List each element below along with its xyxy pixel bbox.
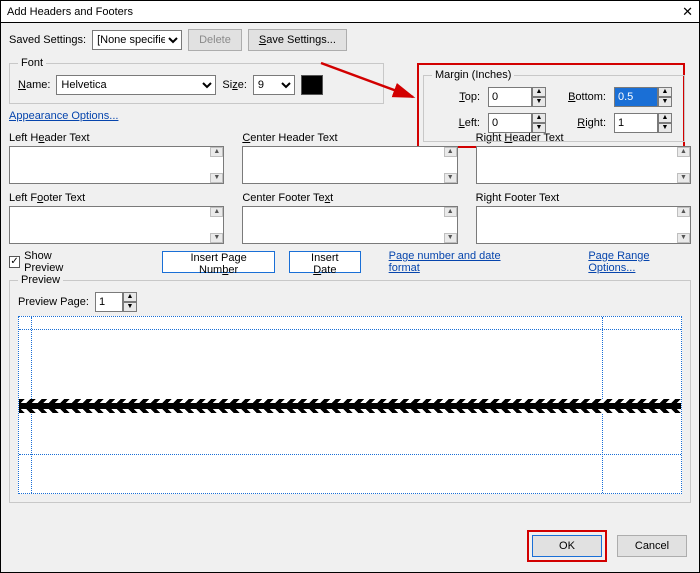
- font-name-label: Name:: [18, 79, 50, 91]
- margin-bottom-label: Bottom:: [558, 91, 606, 103]
- center-footer-cell: Center Footer Text ▲▼: [242, 192, 457, 244]
- margin-right-label: Right:: [558, 117, 606, 129]
- delete-button[interactable]: Delete: [188, 29, 242, 51]
- margin-right-input[interactable]: [614, 113, 658, 133]
- preview-canvas: [18, 316, 682, 494]
- mid-row: ✓ Show Preview Insert Page Number Insert…: [9, 250, 691, 274]
- preview-page-break-icon: [19, 401, 681, 411]
- margin-bottom-input[interactable]: [614, 87, 658, 107]
- saved-settings-row: Saved Settings: [None specified] Delete …: [9, 29, 691, 51]
- saved-settings-label: Saved Settings:: [9, 34, 86, 46]
- font-row: Name: Helvetica Size: 9: [18, 75, 375, 95]
- right-header-textarea[interactable]: ▲▼: [476, 146, 691, 184]
- left-header-label: Left Header Text: [9, 132, 224, 144]
- show-preview-checkbox[interactable]: ✓ Show Preview: [9, 250, 88, 274]
- header-footer-grid: Left Header Text ▲▼ Center Header Text ▲…: [9, 132, 691, 244]
- margin-left-spinner[interactable]: ▲▼: [488, 113, 550, 133]
- margin-fieldset: Margin (Inches) Top: ▲▼ Bottom: ▲▼ Left:: [423, 69, 685, 142]
- font-size-select[interactable]: 9: [253, 75, 295, 95]
- font-size-label: Size:: [222, 79, 246, 91]
- cancel-button[interactable]: Cancel: [617, 535, 687, 557]
- font-fieldset: Font Name: Helvetica Size: 9: [9, 57, 384, 104]
- ok-highlight-box: OK: [527, 530, 607, 562]
- margin-legend: Margin (Inches): [432, 69, 514, 81]
- appearance-options-link[interactable]: Appearance Options...: [9, 110, 118, 122]
- margin-highlight-box: Margin (Inches) Top: ▲▼ Bottom: ▲▼ Left:: [417, 63, 685, 148]
- titlebar: Add Headers and Footers ✕: [1, 1, 699, 23]
- margin-top-spinner[interactable]: ▲▼: [488, 87, 550, 107]
- show-preview-label: Show Preview: [24, 250, 88, 274]
- preview-header-row: Preview Page: ▲▼: [18, 292, 682, 312]
- preview-page-spinner[interactable]: ▲▼: [95, 292, 137, 312]
- preview-guide-bottom: [19, 454, 681, 455]
- dialog-content: Saved Settings: [None specified] Delete …: [1, 23, 699, 572]
- margin-left-label: Left:: [432, 117, 480, 129]
- saved-settings-select[interactable]: [None specified]: [92, 30, 182, 50]
- font-name-select[interactable]: Helvetica: [56, 75, 216, 95]
- preview-legend: Preview: [18, 274, 63, 286]
- font-color-swatch[interactable]: [301, 75, 323, 95]
- preview-page-input[interactable]: [95, 292, 123, 312]
- center-footer-label: Center Footer Text: [242, 192, 457, 204]
- right-footer-textarea[interactable]: ▲▼: [476, 206, 691, 244]
- dialog-window: Add Headers and Footers ✕ Saved Settings…: [0, 0, 700, 573]
- ok-button[interactable]: OK: [532, 535, 602, 557]
- right-footer-label: Right Footer Text: [476, 192, 691, 204]
- spinner-arrows[interactable]: ▲▼: [532, 113, 546, 133]
- right-footer-cell: Right Footer Text ▲▼: [476, 192, 691, 244]
- window-title: Add Headers and Footers: [7, 6, 133, 18]
- preview-page-label: Preview Page:: [18, 296, 89, 308]
- margin-top-input[interactable]: [488, 87, 532, 107]
- close-icon[interactable]: ✕: [682, 4, 693, 20]
- checkbox-box-icon: ✓: [9, 256, 20, 268]
- insert-date-button[interactable]: Insert Date: [289, 251, 361, 273]
- font-legend: Font: [18, 57, 46, 69]
- page-range-options-link[interactable]: Page Range Options...: [588, 250, 691, 274]
- center-header-textarea[interactable]: ▲▼: [242, 146, 457, 184]
- margin-grid: Top: ▲▼ Bottom: ▲▼ Left: ▲▼ R: [432, 87, 676, 133]
- spinner-arrows[interactable]: ▲▼: [658, 87, 672, 107]
- preview-fieldset: Preview Preview Page: ▲▼: [9, 274, 691, 503]
- margin-bottom-spinner[interactable]: ▲▼: [614, 87, 676, 107]
- left-footer-cell: Left Footer Text ▲▼: [9, 192, 224, 244]
- insert-page-number-button[interactable]: Insert Page Number: [162, 251, 275, 273]
- left-header-cell: Left Header Text ▲▼: [9, 132, 224, 184]
- left-header-textarea[interactable]: ▲▼: [9, 146, 224, 184]
- font-area: Font Name: Helvetica Size: 9 Appearance …: [9, 57, 384, 122]
- spinner-arrows[interactable]: ▲▼: [123, 292, 137, 312]
- left-footer-textarea[interactable]: ▲▼: [9, 206, 224, 244]
- margin-top-label: Top:: [432, 91, 480, 103]
- save-settings-button[interactable]: Save Settings...: [248, 29, 347, 51]
- center-footer-textarea[interactable]: ▲▼: [242, 206, 457, 244]
- page-number-format-link[interactable]: Page number and date format: [389, 250, 524, 274]
- spinner-arrows[interactable]: ▲▼: [532, 87, 546, 107]
- margin-right-spinner[interactable]: ▲▼: [614, 113, 676, 133]
- dialog-buttons: OK Cancel: [527, 530, 687, 562]
- spinner-arrows[interactable]: ▲▼: [658, 113, 672, 133]
- left-footer-label: Left Footer Text: [9, 192, 224, 204]
- preview-guide-top: [19, 329, 681, 330]
- margin-left-input[interactable]: [488, 113, 532, 133]
